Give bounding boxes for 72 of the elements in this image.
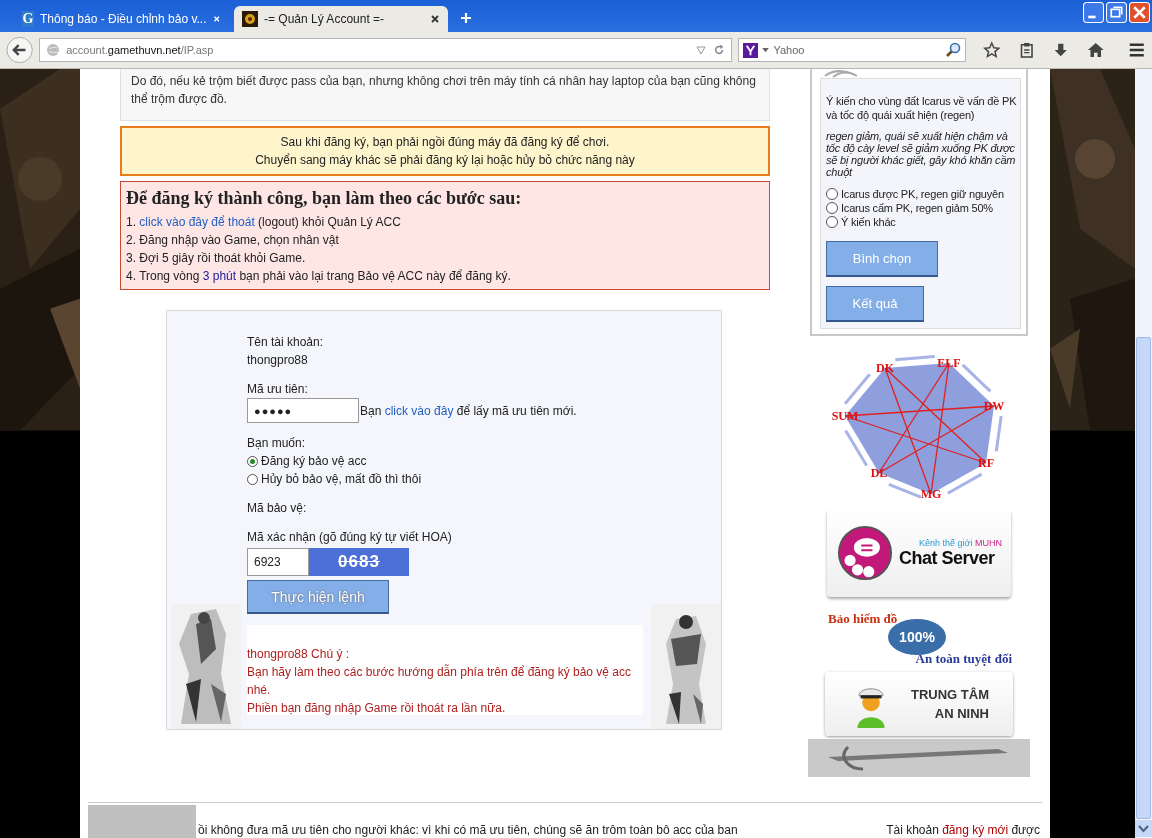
close-icon[interactable] [212,14,220,24]
register-link[interactable]: đăng ký mới [942,823,1009,837]
priority-code-label: Mã ưu tiên: [247,381,308,398]
back-icon[interactable] [6,36,34,64]
sword-banner-icon [808,739,1030,777]
chat-server-banner[interactable]: Kênh thế giới MUHN Chat Server [827,509,1011,597]
radio-label[interactable]: Icarus cấm PK, regen giảm 50% [841,201,993,215]
step-text: 1. click vào đây để thoát (logout) khỏi Quản Lý ACC [126,214,402,231]
choice-label: Bạn muốn: [247,435,306,452]
radio-label[interactable]: Ý kiến khác [841,215,896,229]
step-text: 3. Đợi 5 giây rồi thoát khỏi Game. [126,250,307,267]
account-label: Tên tài khoản: [247,334,324,351]
scroll-down-icon[interactable] [1135,820,1152,837]
security-center-banner[interactable]: TRUNG TÂM AN NINH [825,672,1013,736]
chat-bubble-icon [837,525,893,581]
banner-subtitle: Kênh thế giới MUHN [919,537,1002,548]
radio-button[interactable] [826,216,838,228]
globe-icon [46,43,61,57]
step-text: 4. Trong vòng 3 phút bạn phải vào lại trang Bảo vệ ACC này để đăng ký. [126,268,512,285]
new-tab-icon[interactable] [460,12,472,24]
warning-text: thongpro88 Chú ý : [247,646,351,663]
warning-text: Phiền bạn đăng nhập Game rồi thoát ra lần nữa. [247,700,507,717]
dropdown-icon[interactable] [695,44,708,56]
address-bar[interactable]: account.gamethuvn.net/IP.asp [39,38,733,62]
new-code-link[interactable]: click vào đây [384,403,454,418]
hint-text: Bạn click vào đây để lấy mã ưu tiên mới. [360,403,577,418]
search-field[interactable]: Yahoo [738,38,967,62]
scrollbar-thumb[interactable] [1136,337,1151,819]
poll-note: regen giảm, quái sẽ xuất hiện chậm và tốc độ cày level sẽ giảm xuống PK được sẽ bị người khác giết, gây khó khăn cầm chuột [826,130,1017,178]
intro-text: Do đó, nếu kẻ trộm biết được pass của bạn, nhưng không chơi trên máy tính cá nhân hay laptop của bạn cũng không thể trộm được đồ. [131,73,757,108]
home-icon[interactable] [1086,41,1105,59]
marquee-text: ồi không đưa mã ưu tiên cho người khác: vì khi có mã ưu tiên, chúng sẽ ăn trôm toàn bô acc của ban [197,822,739,838]
register-text: Tài khoản đăng ký mới được [886,822,1040,838]
notice-text: Sau khi đăng ký, bạn phải ngồi đúng máy đã đăng ký để chơi. [279,134,611,151]
poll-question: Ý kiến cho vùng đất Icarus về vấn đề PK và tốc độ quái xuất hiện (regen) [826,94,1018,122]
caret-icon[interactable] [762,47,770,53]
maximize-icon[interactable] [1106,2,1127,23]
captcha-label: Mã xác nhận (gõ đúng ký tự viết HOA) [247,529,452,546]
browser-tab[interactable]: G Thông báo - Điều chỉnh bảo v... [14,6,228,32]
search-icon[interactable] [945,42,962,58]
radio-label[interactable]: Icarus được PK, regen giữ nguyên [841,187,1004,201]
radio-button[interactable] [826,188,838,200]
radio-button[interactable] [826,202,838,214]
minimize-icon[interactable] [1083,2,1104,23]
close-icon[interactable] [430,14,440,24]
banner-title: AN NINH [934,705,989,723]
protect-code-label: Mã bảo vệ: [247,500,307,517]
banner-title: Chat Server [899,547,996,569]
star-icon[interactable] [983,41,1001,59]
account-name: thongpro88 [247,352,308,369]
reload-icon[interactable] [713,44,726,56]
captcha-field[interactable]: 6923 [247,548,309,576]
header-ornament-icon [824,69,858,78]
steps-heading: Để đăng ký thành công, bạn làm theo các bước sau: [126,188,523,209]
search-engine-icon [743,42,759,58]
time-limit-text: 3 phút [202,269,237,283]
priority-code-field[interactable]: ●●●●● [247,398,359,423]
site-logo-icon: G [22,11,34,27]
notice-text: Chuyển sang máy khác sẽ phải đăng ký lại hoặc hủy bỏ chức năng này [254,152,636,169]
radio-label[interactable]: Hủy bỏ bảo vệ, mất đồ thì thôi [261,470,422,488]
radio-button[interactable] [247,473,258,485]
captcha-image: 0683 [309,548,409,576]
browser-tab[interactable]: -= Quản Lý Account =- [234,6,448,32]
radio-button[interactable] [247,455,258,467]
banner-title: TRUNG TÂM [911,686,989,704]
menu-icon[interactable] [1128,41,1146,59]
warning-text: Bạn hãy làm theo các bước hướng dẫn phía trên để đăng ký bảo vệ acc nhé. [247,663,633,699]
game-emblem-icon [242,11,258,27]
step-text: 2. Đăng nhập vào Game, chọn nhân vật [126,232,340,249]
radio-label[interactable]: Đăng ký bảo vệ acc [261,452,367,470]
scrollbar[interactable] [1135,69,1152,838]
logout-link[interactable]: click vào đây để thoát [139,215,255,229]
